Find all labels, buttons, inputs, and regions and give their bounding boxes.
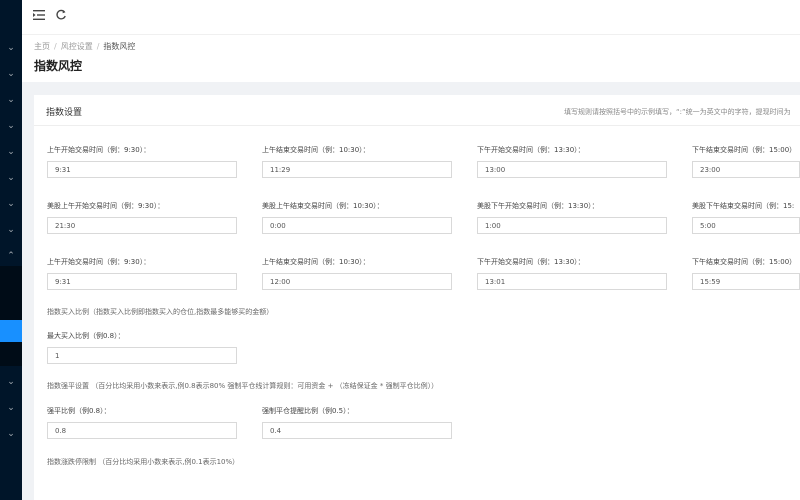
menu-fold-icon[interactable] xyxy=(32,9,46,23)
us-am-start-input[interactable]: 21:30 xyxy=(47,217,237,234)
sidebar-item-active[interactable] xyxy=(0,320,22,342)
chevron-down-icon[interactable]: ⌄ xyxy=(5,42,17,54)
page-header: 主页 / 风控设置 / 指数风控 指数风控 xyxy=(22,35,800,82)
card-header: 指数设置 填写规则请按照括号中的示例填写，“:”统一为英文中的字符，提现时间为 xyxy=(34,95,800,126)
am-end-label: 上午结束交易时间（例：10:30）： xyxy=(262,146,370,154)
us-pm-end-input[interactable]: 5:00 xyxy=(692,217,800,234)
pm-start-label-2: 下午开始交易时间（例：13:30）： xyxy=(477,258,585,266)
chevron-down-icon[interactable]: ⌄ xyxy=(5,428,17,440)
buy-ratio-note: 指数买入比例（指数买入比例即指数买入的仓位,指数最多能够买的金额） xyxy=(47,308,274,316)
fill-rules-hint: 填写规则请按照括号中的示例填写，“:”统一为英文中的字符，提现时间为 xyxy=(564,108,791,116)
am-end-label-2: 上午结束交易时间（例：10:30）： xyxy=(262,258,370,266)
sidebar: ⌄ ⌄ ⌄ ⌄ ⌄ ⌄ ⌄ ⌄ ⌃ ⌄ ⌄ ⌄ xyxy=(0,0,22,500)
us-pm-start-input[interactable]: 1:00 xyxy=(477,217,667,234)
breadcrumb: 主页 / 风控设置 / 指数风控 xyxy=(34,41,135,52)
chevron-down-icon[interactable]: ⌄ xyxy=(5,224,17,236)
us-pm-start-label: 美股下午开始交易时间（例：13:30）： xyxy=(477,202,599,210)
chevron-down-icon[interactable]: ⌄ xyxy=(5,68,17,80)
card-title: 指数设置 xyxy=(46,108,83,118)
am-start-input[interactable]: 9:31 xyxy=(47,161,237,178)
liquidation-remind-label: 强制平仓提醒比例（例0.5）： xyxy=(262,407,354,415)
liquidation-remind-input[interactable]: 0.4 xyxy=(262,422,452,439)
us-am-end-input[interactable]: 0:00 xyxy=(262,217,452,234)
chevron-down-icon[interactable]: ⌄ xyxy=(5,120,17,132)
us-pm-end-label: 美股下午结束交易时间（例：15: xyxy=(692,202,795,210)
us-am-start-label: 美股上午开始交易时间（例：9:30）： xyxy=(47,202,165,210)
am-end-input-2[interactable]: 12:00 xyxy=(262,273,452,290)
chevron-down-icon[interactable]: ⌄ xyxy=(5,94,17,106)
chevron-up-icon[interactable]: ⌃ xyxy=(5,250,17,262)
breadcrumb-current: 指数风控 xyxy=(103,42,136,51)
top-header xyxy=(22,0,800,35)
price-limit-note: 指数涨跌停限制 （百分比均采用小数来表示,例0.1表示10%） xyxy=(47,458,240,466)
pm-end-label-2: 下午结束交易时间（例：15:00） xyxy=(692,258,797,266)
chevron-down-icon[interactable]: ⌄ xyxy=(5,172,17,184)
breadcrumb-separator: / xyxy=(54,42,57,51)
breadcrumb-home[interactable]: 主页 xyxy=(34,42,50,51)
us-am-end-label: 美股上午结束交易时间（例：10:30）： xyxy=(262,202,384,210)
page-title: 指数风控 xyxy=(34,59,83,73)
submenu-panel xyxy=(0,266,22,366)
am-start-label-2: 上午开始交易时间（例：9:30）： xyxy=(47,258,151,266)
am-end-input[interactable]: 11:29 xyxy=(262,161,452,178)
reload-icon[interactable] xyxy=(54,9,68,23)
chevron-down-icon[interactable]: ⌄ xyxy=(5,146,17,158)
pm-end-input-2[interactable]: 15:59 xyxy=(692,273,800,290)
liquidation-note: 指数强平设置 （百分比均采用小数来表示,例0.8表示80% 强制平仓线计算规则：… xyxy=(47,382,439,390)
pm-start-input-2[interactable]: 13:01 xyxy=(477,273,667,290)
chevron-down-icon[interactable]: ⌄ xyxy=(5,376,17,388)
max-buy-ratio-label: 最大买入比例（例0.8）： xyxy=(47,332,125,340)
am-start-label: 上午开始交易时间（例：9:30）： xyxy=(47,146,151,154)
max-buy-ratio-input[interactable]: 1 xyxy=(47,347,237,364)
breadcrumb-separator: / xyxy=(96,42,100,51)
breadcrumb-parent[interactable]: 风控设置 xyxy=(61,42,93,51)
am-start-input-2[interactable]: 9:31 xyxy=(47,273,237,290)
pm-start-input[interactable]: 13:00 xyxy=(477,161,667,178)
pm-end-label: 下午结束交易时间（例：15:00） xyxy=(692,146,797,154)
pm-end-input[interactable]: 23:00 xyxy=(692,161,800,178)
liquidation-ratio-input[interactable]: 0.8 xyxy=(47,422,237,439)
chevron-down-icon[interactable]: ⌄ xyxy=(5,198,17,210)
index-settings-card: 指数设置 填写规则请按照括号中的示例填写，“:”统一为英文中的字符，提现时间为 … xyxy=(34,95,800,500)
chevron-down-icon[interactable]: ⌄ xyxy=(5,402,17,414)
pm-start-label: 下午开始交易时间（例：13:30）： xyxy=(477,146,585,154)
liquidation-ratio-label: 强平比例（例0.8）： xyxy=(47,407,111,415)
